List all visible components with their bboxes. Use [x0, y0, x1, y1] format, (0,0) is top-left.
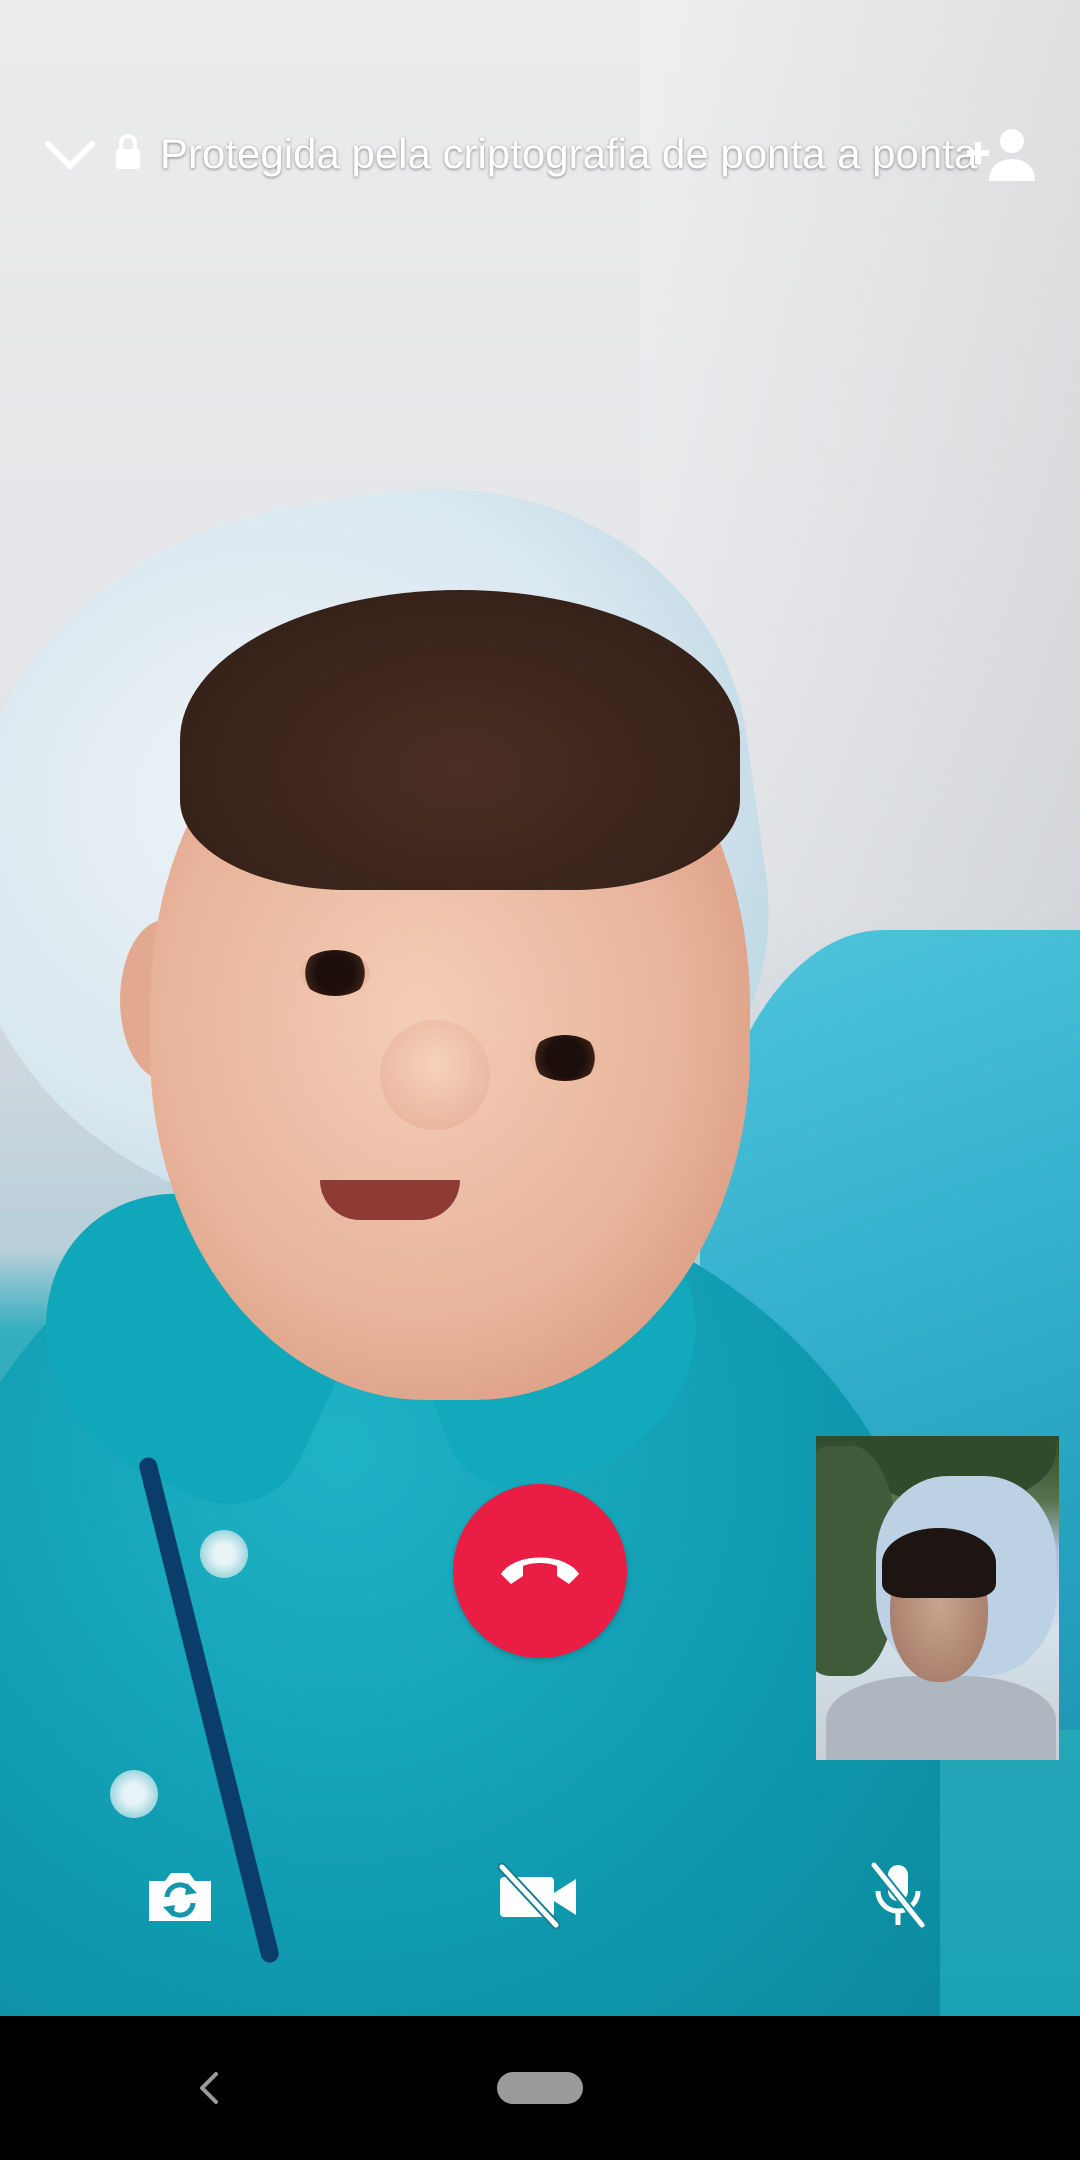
camera-flip-icon — [145, 1867, 215, 1930]
video-mouth — [320, 1180, 460, 1220]
video-eye-left — [300, 950, 370, 996]
chevron-down-icon[interactable] — [40, 130, 100, 180]
add-person-icon[interactable] — [965, 125, 1040, 185]
video-eye-right — [530, 1035, 600, 1081]
flip-camera-button[interactable] — [135, 1858, 225, 1938]
phone-hangup-icon — [495, 1544, 585, 1599]
call-top-bar: Protegida pela criptografia de ponta a p… — [0, 110, 1080, 200]
encryption-notice: Protegida pela criptografia de ponta a p… — [160, 130, 978, 177]
video-shirt-button — [110, 1770, 158, 1818]
video-off-icon — [494, 1862, 580, 1934]
video-nose — [380, 1020, 490, 1130]
mute-button[interactable] — [853, 1858, 943, 1938]
video-toggle-button[interactable] — [492, 1858, 582, 1938]
home-pill-icon[interactable] — [497, 2072, 583, 2104]
preview-body — [826, 1676, 1056, 1760]
system-nav-bar — [0, 2016, 1080, 2160]
video-shirt-button — [200, 1530, 248, 1578]
self-video-preview[interactable] — [816, 1436, 1059, 1760]
back-triangle-icon[interactable] — [190, 2068, 230, 2108]
end-call-button[interactable] — [453, 1484, 627, 1658]
mic-off-icon — [866, 1860, 930, 1936]
video-hair — [180, 590, 740, 890]
lock-icon — [113, 132, 143, 172]
preview-hair — [882, 1528, 996, 1598]
